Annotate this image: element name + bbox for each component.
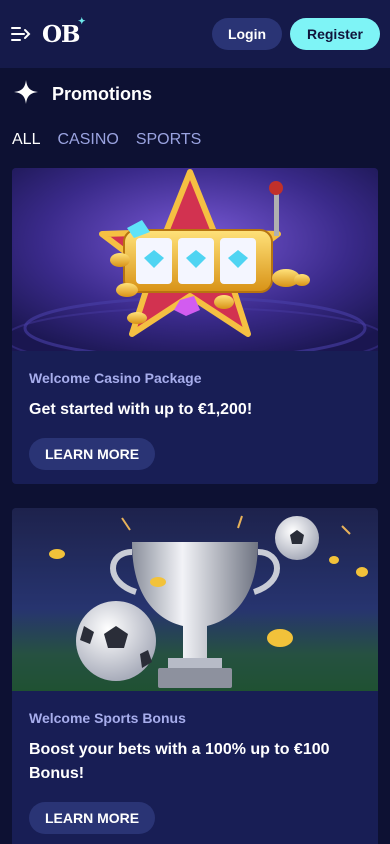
login-button[interactable]: Login bbox=[212, 18, 282, 50]
trophy-footballs-illustration bbox=[12, 508, 378, 691]
logo-sparkle-icon: ✦ bbox=[77, 16, 85, 27]
menu-icon[interactable] bbox=[10, 23, 32, 45]
page-title-row: Promotions bbox=[14, 79, 153, 109]
header-actions: Login Register bbox=[212, 18, 380, 50]
card-body: Welcome Casino Package Get started with … bbox=[12, 370, 378, 470]
page-title: Promotions bbox=[52, 83, 153, 104]
card-title: Boost your bets with a 100% up to €100 B… bbox=[29, 741, 330, 782]
promotion-tabs: ALL CASINO SPORTS bbox=[12, 131, 201, 149]
slot-machine-star-illustration bbox=[12, 168, 378, 351]
promo-card-sports: Welcome Sports Bonus Boost your bets wit… bbox=[12, 508, 378, 844]
card-body: Welcome Sports Bonus Boost your bets wit… bbox=[12, 710, 378, 834]
app-header: OB ✦ Login Register bbox=[0, 0, 390, 68]
tab-casino[interactable]: CASINO bbox=[57, 131, 118, 149]
card-title: Get started with up to €1,200! bbox=[29, 401, 253, 418]
promo-card-casino: Welcome Casino Package Get started with … bbox=[12, 168, 378, 484]
logo-text: OB bbox=[42, 20, 80, 48]
register-button[interactable]: Register bbox=[290, 18, 380, 50]
tab-sports[interactable]: SPORTS bbox=[136, 131, 202, 149]
logo[interactable]: OB ✦ bbox=[42, 17, 85, 48]
card-eyebrow: Welcome Sports Bonus bbox=[29, 710, 186, 726]
card-eyebrow: Welcome Casino Package bbox=[29, 370, 202, 386]
tab-all[interactable]: ALL bbox=[12, 131, 40, 149]
learn-more-button[interactable]: LEARN MORE bbox=[29, 438, 156, 470]
sparkle-icon bbox=[14, 79, 38, 109]
learn-more-button[interactable]: LEARN MORE bbox=[29, 802, 156, 834]
